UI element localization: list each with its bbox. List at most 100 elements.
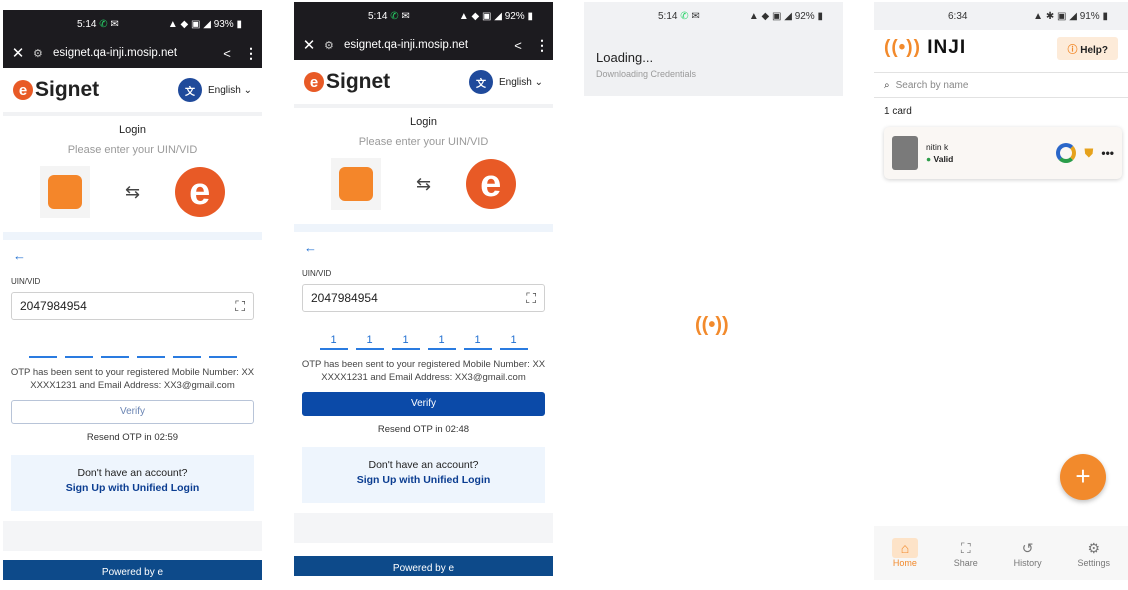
status-bar: 5:14 ✆ ✉ ▲ ◆ ▣ ◢ 92% ▮ — [294, 2, 553, 30]
otp-boxes[interactable]: 1 1 1 1 1 1 — [294, 334, 553, 350]
more-icon[interactable]: ⋮ — [240, 45, 262, 62]
status-bar: 5:14 ✆ ✉ ▲ ◆ ▣ ◢ 93% ▮ — [3, 10, 262, 38]
signup-link[interactable]: Sign Up with Unified Login — [302, 474, 545, 486]
card-holder-name: nitin k — [926, 142, 949, 152]
status-bar: 6:34 ▲ ✱ ▣ ◢ 91% ▮ — [874, 2, 1128, 30]
signet-logo: e Signet — [13, 78, 99, 102]
verify-button[interactable]: Verify — [11, 400, 254, 424]
battery-level: 92% — [794, 10, 815, 22]
scan-icon[interactable]: ⛶ — [526, 290, 536, 307]
swap-arrows-icon: ⇆ — [124, 181, 141, 202]
esignet-logo-icon: e — [465, 159, 516, 209]
language-selector[interactable]: 文 English ⌄ — [469, 70, 543, 94]
signal-icons: ▲ ◆ ▣ ◢ — [167, 18, 214, 30]
language-selector[interactable]: 文 English ⌄ — [178, 78, 252, 102]
card-count: 1 card — [884, 106, 912, 117]
avatar — [892, 136, 918, 170]
whatsapp-icon: ✆ — [680, 10, 689, 22]
inji-wallet-home: 6:34 ▲ ✱ ▣ ◢ 91% ▮ ((•)) INJI ⓘ Help? ⌕ S… — [874, 2, 1128, 526]
swap-arrows-icon: ⇆ — [415, 173, 432, 194]
nav-label: Home — [892, 558, 917, 568]
otp-digit[interactable] — [172, 342, 201, 358]
verify-button[interactable]: Verify — [302, 392, 545, 416]
uin-input[interactable]: 2047984954 ⛶ — [11, 292, 254, 320]
site-settings-icon[interactable]: ⚙ — [33, 47, 53, 60]
battery-level: 93% — [213, 18, 234, 30]
no-account-text: Don't have an account? — [77, 467, 188, 479]
uin-input[interactable]: 2047984954 ⛶ — [302, 284, 545, 312]
otp-digit[interactable]: 1 — [463, 334, 492, 350]
mail-icon: ✉ — [691, 10, 700, 22]
otp-digit[interactable]: 1 — [391, 334, 420, 350]
site-settings-icon[interactable]: ⚙ — [324, 39, 344, 52]
nav-share[interactable]: ⛶ Share — [954, 538, 978, 568]
status-time: 5:14 — [368, 10, 388, 22]
gear-icon: ⚙ — [1087, 540, 1101, 556]
share-icon[interactable]: < — [214, 46, 240, 61]
signet-logo: e Signet — [304, 70, 390, 94]
search-placeholder: Search by name — [895, 79, 969, 91]
uin-value: 2047984954 — [20, 299, 87, 313]
otp-message: OTP has been sent to your registered Mob… — [10, 367, 255, 391]
browser-url-bar: ✕ ⚙ esignet.qa-inji.mosip.net < ⋮ — [294, 30, 553, 60]
scan-icon[interactable]: ⛶ — [235, 298, 245, 315]
otp-digit[interactable]: 1 — [427, 334, 456, 350]
otp-digit[interactable] — [208, 342, 237, 358]
url-text[interactable]: esignet.qa-inji.mosip.net — [53, 47, 214, 59]
powered-by-text: Powered by — [392, 563, 446, 574]
back-arrow-icon[interactable]: ← — [294, 232, 553, 255]
chevron-down-icon: ⌄ — [534, 76, 543, 88]
battery-icon: ▮ — [1102, 10, 1108, 22]
back-arrow-icon[interactable]: ← — [3, 240, 262, 263]
wallet-link-illustration: ⇆ e — [3, 162, 262, 222]
url-text[interactable]: esignet.qa-inji.mosip.net — [344, 39, 505, 51]
search-icon: ⌕ — [884, 79, 890, 91]
battery-icon: ▮ — [236, 18, 242, 30]
brand-name: Signet — [326, 70, 391, 93]
status-label: Valid — [933, 154, 954, 164]
status-bar: 5:14 ✆ ✉ ▲ ◆ ▣ ◢ 92% ▮ — [584, 2, 843, 30]
history-icon: ↺ — [1021, 540, 1034, 556]
translate-icon: 文 — [469, 70, 494, 94]
nav-settings[interactable]: ⚙ Settings — [1078, 538, 1111, 568]
otp-digit[interactable] — [28, 342, 57, 358]
share-icon[interactable]: < — [505, 38, 531, 53]
close-icon[interactable]: ✕ — [3, 44, 33, 62]
status-time: 5:14 — [77, 18, 97, 30]
powered-by-footer: Powered by e — [3, 560, 262, 580]
otp-digit[interactable] — [100, 342, 129, 358]
otp-digit[interactable]: 1 — [499, 334, 528, 350]
search-input[interactable]: ⌕ Search by name — [874, 72, 1128, 98]
loading-title: Loading... — [596, 50, 654, 65]
help-button[interactable]: ⓘ Help? — [1057, 36, 1118, 60]
uin-value: 2047984954 — [311, 291, 378, 305]
signal-icons: ▲ ◆ ▣ ◢ — [458, 10, 505, 22]
otp-message: OTP has been sent to your registered Mob… — [301, 359, 546, 383]
add-card-button[interactable]: + — [1060, 454, 1106, 500]
browser-url-bar: ✕ ⚙ esignet.qa-inji.mosip.net < ⋮ — [3, 38, 262, 68]
wallet-icon — [331, 158, 382, 210]
signup-link[interactable]: Sign Up with Unified Login — [11, 482, 254, 494]
bottom-nav: ⌂ Home ⛶ Share ↺ History ⚙ Settings — [874, 526, 1128, 580]
otp-digit[interactable] — [64, 342, 93, 358]
close-icon[interactable]: ✕ — [294, 36, 324, 54]
wallet-link-illustration: ⇆ e — [294, 154, 553, 214]
login-subtitle: Please enter your UIN/VID — [358, 136, 489, 148]
more-options-icon[interactable]: ••• — [1101, 146, 1114, 160]
whatsapp-icon: ✆ — [390, 10, 399, 22]
check-circle-icon: ● — [926, 154, 932, 164]
otp-boxes[interactable] — [3, 342, 262, 358]
powered-by-text: Powered by — [101, 567, 155, 578]
credential-card[interactable]: nitin k ● Valid ⛊ ••• — [884, 127, 1122, 179]
otp-digit[interactable]: 1 — [319, 334, 348, 350]
whatsapp-icon: ✆ — [99, 18, 108, 30]
nav-history[interactable]: ↺ History — [1014, 538, 1042, 568]
nav-home[interactable]: ⌂ Home — [891, 538, 918, 568]
esignet-login-screen-1: 5:14 ✆ ✉ ▲ ◆ ▣ ◢ 93% ▮ ✕ ⚙ esignet.qa-in… — [3, 10, 262, 580]
otp-digit[interactable]: 1 — [355, 334, 384, 350]
help-label: Help? — [1080, 44, 1108, 56]
signal-icons: ▲ ✱ ▣ ◢ — [1033, 10, 1080, 22]
more-icon[interactable]: ⋮ — [531, 37, 553, 54]
resend-otp-timer: Resend OTP in 02:48 — [377, 424, 470, 435]
otp-digit[interactable] — [136, 342, 165, 358]
